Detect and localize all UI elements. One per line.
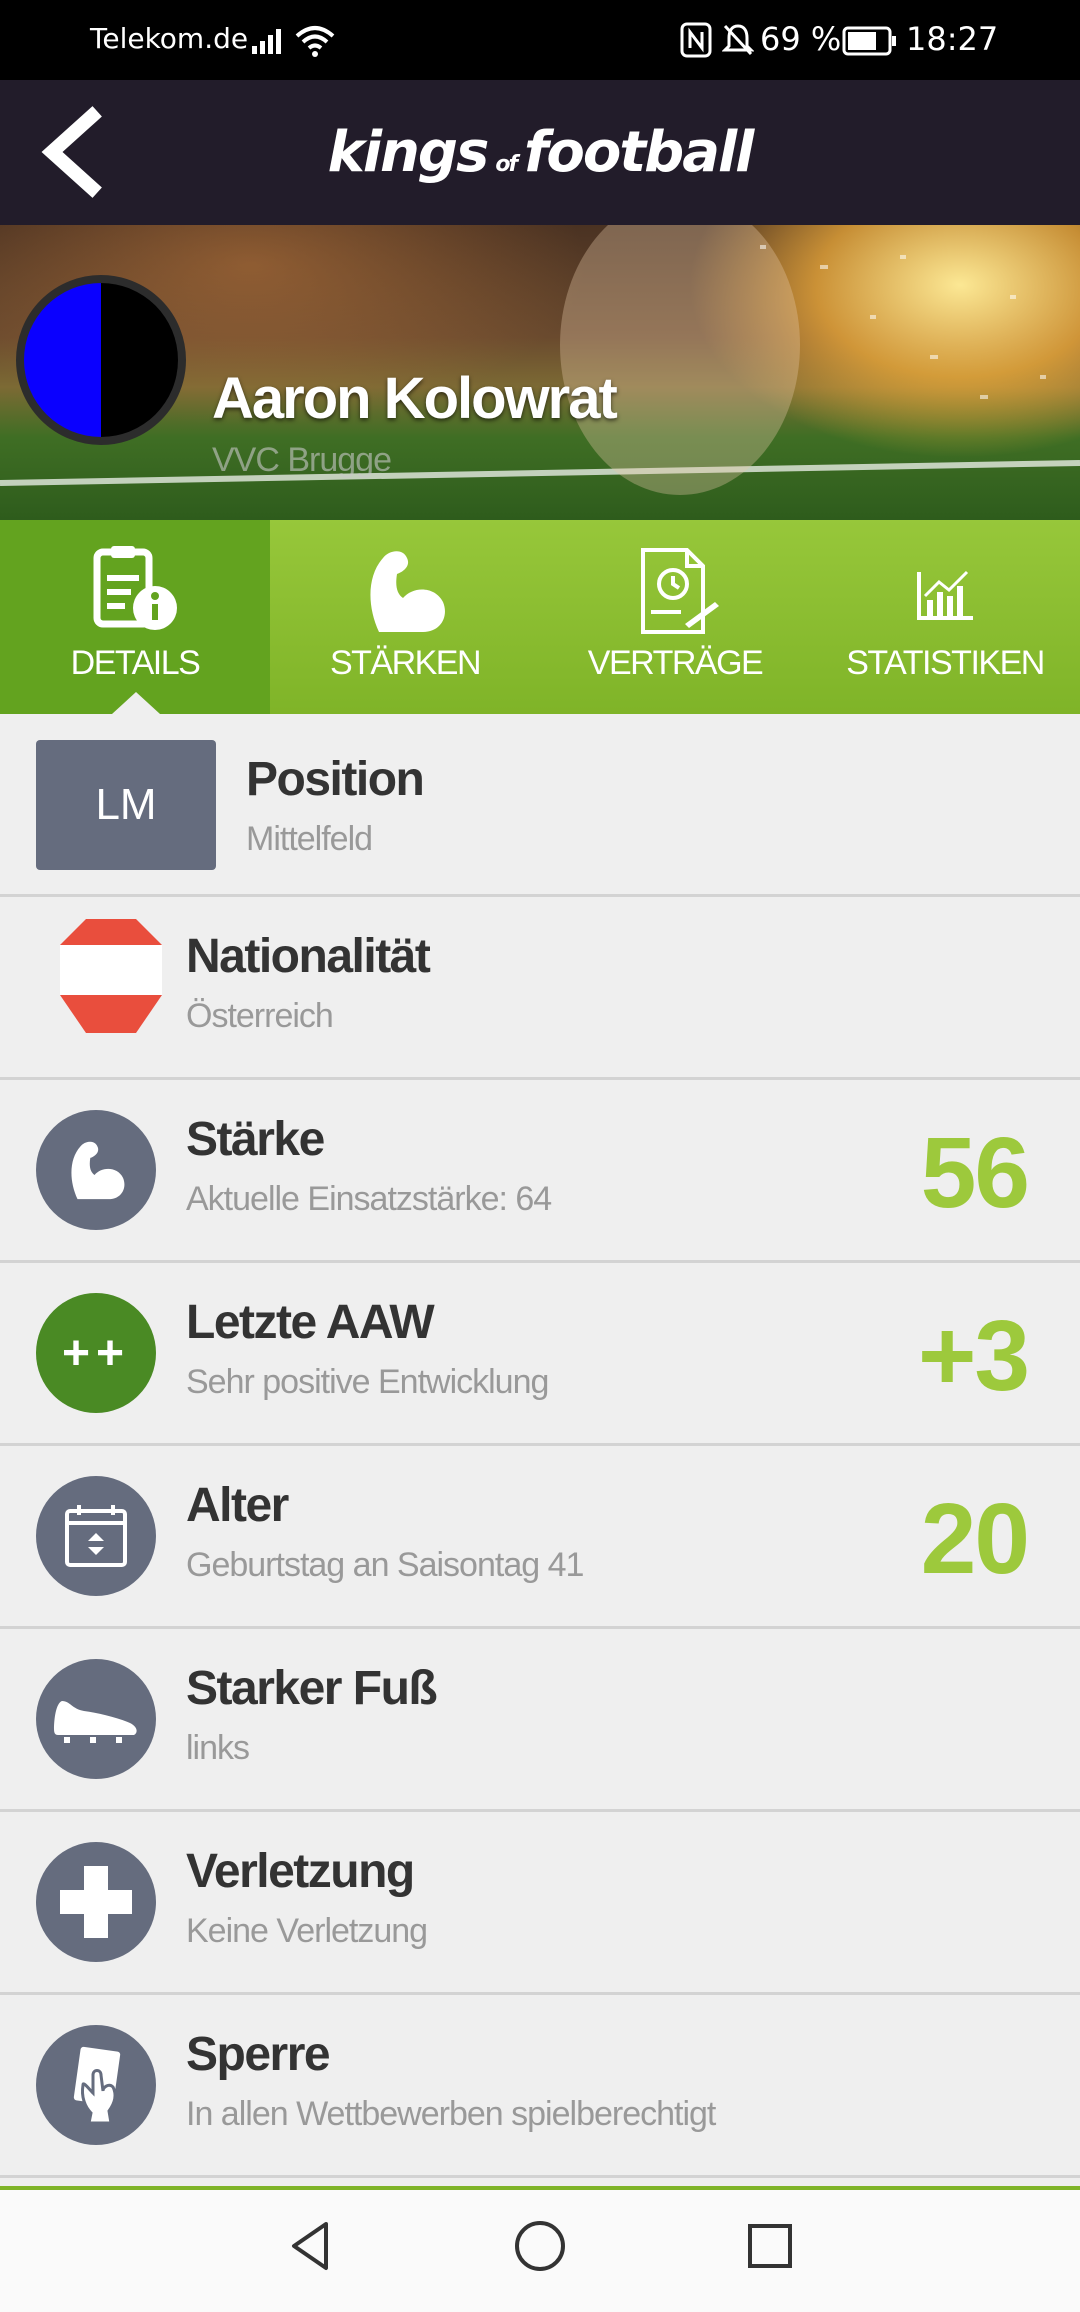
- list-item-strength[interactable]: Stärke Aktuelle Einsatzstärke: 64 56: [0, 1080, 1080, 1263]
- list-item-last-aaw[interactable]: ++ Letzte AAW Sehr positive Entwicklung …: [0, 1263, 1080, 1446]
- list-item-position[interactable]: LM Position Mittelfeld: [0, 714, 1080, 897]
- item-value: Geburtstag an Saisontag 41: [186, 1546, 584, 1584]
- battery-percent: 69 %: [760, 20, 842, 58]
- football-boot-icon: [54, 1701, 137, 1743]
- active-tab-indicator: [112, 692, 160, 714]
- aaw-value: +3: [917, 1300, 1030, 1412]
- item-value: Aktuelle Einsatzstärke: 64: [186, 1180, 552, 1218]
- age-icon-circle: [36, 1476, 156, 1596]
- tab-label: STÄRKEN: [329, 644, 482, 682]
- item-value: Mittelfeld: [246, 820, 373, 858]
- injury-icon-circle: [36, 1842, 156, 1962]
- player-name: Aaron Kolowrat: [212, 366, 618, 431]
- signal-icon: [252, 29, 281, 54]
- suspension-icon-circle: [36, 2025, 156, 2145]
- logo-kings: kings: [327, 120, 490, 185]
- tab-statistiken[interactable]: STATISTIKEN: [810, 520, 1080, 714]
- tab-label: DETAILS: [70, 644, 201, 682]
- status-bar: Telekom.de 69 % 18:27: [0, 0, 1080, 80]
- battery-icon: [842, 26, 896, 56]
- nfc-icon: [680, 22, 712, 58]
- position-badge: LM: [36, 740, 216, 870]
- item-title: Position: [246, 753, 425, 806]
- club-color-right: [101, 283, 178, 437]
- item-value: Keine Verletzung: [186, 1912, 428, 1950]
- wifi-icon: [295, 26, 335, 57]
- logo-football: football: [524, 120, 754, 185]
- item-value: Sehr positive Entwicklung: [186, 1363, 549, 1401]
- item-title: Stärke: [186, 1113, 325, 1166]
- document-info-icon: [93, 546, 177, 630]
- logo-of: of: [495, 152, 518, 177]
- strength-icon-circle: [36, 1110, 156, 1230]
- club-color-left: [24, 283, 101, 437]
- player-banner: Aaron Kolowrat VVC Brugge: [0, 225, 1080, 520]
- nav-back-icon[interactable]: [282, 2218, 338, 2274]
- tab-label: VERTRÄGE: [587, 644, 764, 682]
- nav-recents-icon[interactable]: [742, 2218, 798, 2274]
- red-card-icon: [73, 2046, 121, 2125]
- double-plus-icon: ++: [61, 1326, 131, 1380]
- tab-staerken[interactable]: STÄRKEN: [270, 520, 540, 714]
- player-club[interactable]: VVC Brugge: [212, 441, 392, 480]
- item-title: Starker Fuß: [186, 1662, 438, 1715]
- tab-label: STATISTIKEN: [846, 644, 1045, 682]
- club-avatar: [16, 275, 186, 445]
- age-value: 20: [920, 1483, 1030, 1595]
- item-title: Nationalität: [186, 930, 431, 983]
- medical-cross-icon: [60, 1866, 132, 1938]
- calendar-icon: [65, 1505, 127, 1567]
- list-item-nationality[interactable]: Nationalität Österreich: [0, 897, 1080, 1080]
- player-tabs: DETAILS STÄRKEN VERTRÄGE STATISTIKEN: [0, 520, 1080, 714]
- clock: 18:27: [906, 20, 999, 58]
- strength-value: 56: [920, 1117, 1030, 1229]
- aaw-icon-circle: ++: [36, 1293, 156, 1413]
- tab-vertraege[interactable]: VERTRÄGE: [540, 520, 810, 714]
- item-title: Verletzung: [186, 1845, 415, 1898]
- item-value: links: [186, 1729, 250, 1767]
- flexed-arm-icon: [71, 1141, 125, 1200]
- item-title: Sperre: [186, 2028, 331, 2081]
- nav-home-icon[interactable]: [512, 2218, 568, 2274]
- list-item-injury[interactable]: Verletzung Keine Verletzung: [0, 1812, 1080, 1995]
- flexed-arm-icon: [370, 551, 445, 632]
- app-header: kings of football: [0, 80, 1080, 225]
- list-item-age[interactable]: Alter Geburtstag an Saisontag 41 20: [0, 1446, 1080, 1629]
- system-navigation-bar: [0, 2186, 1080, 2312]
- tab-details[interactable]: DETAILS: [0, 520, 270, 714]
- list-item-suspension[interactable]: Sperre In allen Wettbewerben spielberech…: [0, 1995, 1080, 2178]
- foot-icon-circle: [36, 1659, 156, 1779]
- item-value: Österreich: [186, 997, 334, 1035]
- austria-flag-icon: [60, 919, 162, 1033]
- item-title: Letzte AAW: [186, 1296, 435, 1349]
- item-value: In allen Wettbewerben spielberechtigt: [186, 2095, 716, 2133]
- carrier-label: Telekom.de: [90, 22, 249, 55]
- contract-icon: [641, 548, 719, 634]
- list-item-strong-foot[interactable]: Starker Fuß links: [0, 1629, 1080, 1812]
- muted-bell-icon: [722, 24, 754, 56]
- chart-icon: [917, 570, 973, 620]
- app-logo: kings of football: [0, 120, 1080, 185]
- item-title: Alter: [186, 1479, 289, 1532]
